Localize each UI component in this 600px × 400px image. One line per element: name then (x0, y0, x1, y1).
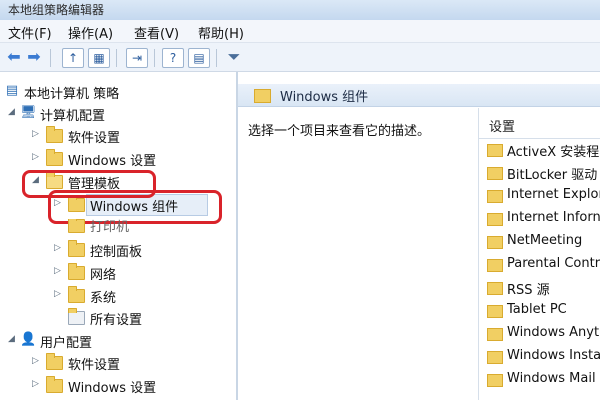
list-item-label: BitLocker 驱动 (507, 168, 598, 183)
column-header-divider (479, 138, 600, 139)
content-header-title: Windows 组件 (280, 90, 369, 105)
toolbar-separator (216, 49, 217, 67)
tree-control-panel[interactable]: ▷ 控制面板 (54, 240, 224, 260)
list-item-label: Parental Contr (507, 256, 600, 271)
expand-triangle-icon[interactable]: ▷ (54, 289, 61, 299)
folder-icon (487, 236, 503, 249)
list-item-label: NetMeeting (507, 233, 583, 248)
list-item-label: ActiveX 安装程 (507, 145, 600, 160)
list-item-label: Internet Explor (507, 187, 600, 202)
folder-icon (46, 353, 63, 370)
folder-icon (487, 305, 503, 318)
folder-icon (487, 374, 503, 387)
expand-triangle-icon[interactable]: ▷ (32, 129, 39, 139)
folder-icon (46, 126, 63, 143)
show-tree-icon[interactable]: ▦ (88, 48, 110, 68)
list-item-label: Tablet PC (507, 302, 567, 317)
toolbar: ⬅ ➡ ↑ ▦ ⇥ ? ▤ ⏷ (0, 43, 600, 72)
toolbar-separator (50, 49, 51, 67)
tree-uc-software-label: 软件设置 (68, 358, 121, 373)
tree-root[interactable]: ▤ 本地计算机 策略 (2, 82, 232, 102)
tree-cc-software[interactable]: ▷ 软件设置 (32, 126, 232, 146)
back-arrow-icon[interactable]: ⬅ (4, 48, 24, 66)
content-header: Windows 组件 (238, 84, 600, 107)
menu-bar: 文件(F) 操作(A) 查看(V) 帮助(H) (0, 20, 600, 43)
user-icon: 👤 (20, 332, 37, 347)
menu-file[interactable]: 文件(F) (8, 23, 52, 42)
title-bar: 本地组策略编辑器 (0, 0, 600, 21)
list-item-label: Windows Mail (507, 371, 596, 386)
toolbar-separator (116, 49, 117, 67)
policy-document-icon: ▤ (5, 83, 19, 98)
tree-uc-windows-label: Windows 设置 (68, 381, 157, 396)
tree-all-settings[interactable]: 所有设置 (54, 308, 224, 328)
tree-computer-config[interactable]: ◢ 🖥 计算机配置 (8, 104, 232, 124)
tree-network[interactable]: ▷ 网络 (54, 263, 224, 283)
folder-icon (68, 219, 85, 233)
properties-icon[interactable]: ▤ (188, 48, 210, 68)
tree-system[interactable]: ▷ 系统 (54, 286, 224, 306)
expand-triangle-icon[interactable]: ▷ (54, 243, 61, 253)
menu-view[interactable]: 查看(V) (134, 23, 179, 42)
tree-control-panel-label: 控制面板 (90, 245, 143, 260)
tree-cc-windows-label: Windows 设置 (68, 154, 157, 169)
column-header-settings[interactable]: 设置 (489, 116, 515, 135)
list-item-label: RSS 源 (507, 283, 550, 298)
tree-system-label: 系统 (90, 291, 117, 306)
expand-triangle-icon[interactable]: ▷ (32, 152, 39, 162)
up-folder-icon[interactable]: ↑ (62, 48, 84, 68)
forward-arrow-icon[interactable]: ➡ (24, 48, 44, 66)
tree-user-config[interactable]: ◢ 👤 用户配置 (8, 331, 232, 351)
tree-printers-label: 打印机 (90, 220, 130, 233)
expand-triangle-icon[interactable]: ▷ (32, 356, 39, 366)
menu-help[interactable]: 帮助(H) (198, 23, 244, 42)
toolbar-separator (154, 49, 155, 67)
folder-icon (487, 328, 503, 341)
folder-icon (487, 190, 503, 203)
computer-icon: 🖥 (20, 105, 37, 120)
collapse-triangle-icon[interactable]: ◢ (8, 107, 15, 117)
tree-network-label: 网络 (90, 268, 117, 283)
folder-icon (46, 376, 63, 393)
folder-icon (254, 89, 271, 103)
list-item-label: Windows Anyti (507, 325, 600, 340)
tree-printers[interactable]: 打印机 (54, 219, 224, 233)
tree-uc-software[interactable]: ▷ 软件设置 (32, 353, 232, 373)
expand-triangle-icon[interactable]: ▷ (54, 266, 61, 276)
tree-computer-config-label: 计算机配置 (40, 109, 106, 124)
folder-icon (68, 240, 85, 257)
collapse-triangle-icon[interactable]: ◢ (8, 334, 15, 344)
tree-root-label: 本地计算机 策略 (24, 87, 120, 102)
tree-uc-windows[interactable]: ▷ Windows 设置 (32, 376, 232, 396)
folder-icon (68, 263, 85, 280)
settings-list: 设置 ActiveX 安装程 BitLocker 驱动 Internet Exp… (478, 108, 600, 400)
folder-icon (46, 149, 63, 166)
help-icon[interactable]: ? (162, 48, 184, 68)
settings-folder-icon (68, 308, 85, 325)
description-text: 选择一个项目来查看它的描述。 (248, 124, 431, 139)
window-title: 本地组策略编辑器 (8, 3, 105, 17)
folder-icon (487, 167, 503, 180)
menu-action[interactable]: 操作(A) (68, 23, 113, 42)
filter-icon[interactable]: ⏷ (224, 48, 244, 66)
folder-icon (487, 213, 503, 226)
folder-icon (487, 351, 503, 364)
folder-icon (487, 144, 503, 157)
tree-cc-software-label: 软件设置 (68, 131, 121, 146)
expand-triangle-icon[interactable]: ▷ (32, 379, 39, 389)
list-item-label: Internet Inforn (507, 210, 600, 225)
export-icon[interactable]: ⇥ (126, 48, 148, 68)
folder-icon (68, 286, 85, 303)
tree-user-config-label: 用户配置 (40, 336, 93, 351)
tree-cc-windows[interactable]: ▷ Windows 设置 (32, 149, 232, 169)
folder-icon (487, 259, 503, 272)
folder-icon (487, 282, 503, 295)
tree-all-settings-label: 所有设置 (90, 313, 143, 328)
list-item-label: Windows Insta (507, 348, 600, 363)
